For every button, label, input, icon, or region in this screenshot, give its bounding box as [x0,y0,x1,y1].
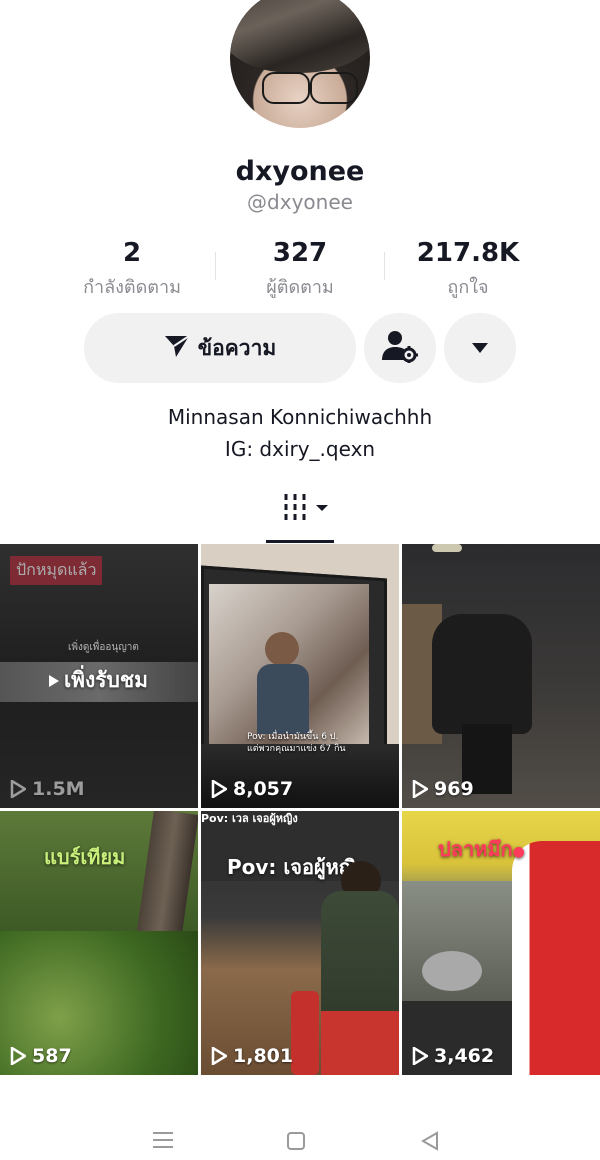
play-icon [211,780,227,798]
following-label: กำลังติดตาม [83,277,181,298]
video-tile[interactable]: Pov: เวล เจอผู้หญิง Pov: เจอผู้หญิง 1,80… [201,811,399,1075]
followers-label: ผู้ติดตาม [266,277,334,298]
likes-count: 217.8K [416,238,520,268]
video-grid: ปักหมุดแล้ว เพิ่งดูเพื่ออนุญาต เพิ่งรับช… [0,544,600,1076]
message-button[interactable]: ข้อความ [84,313,356,383]
stat-divider [384,252,385,280]
video-tile[interactable]: ปลาหมึก● 3,462 [402,811,600,1075]
octopus-icon: ● [512,844,525,860]
play-icon [412,780,428,798]
play-icon [10,780,26,798]
view-count: 1,801 [211,1045,293,1067]
menu-icon[interactable] [152,1130,174,1154]
following-stat[interactable]: 2 กำลังติดตาม [52,238,212,301]
username: @dxyonee [247,190,353,214]
system-nav-bar [0,1100,600,1160]
person-settings-icon [381,329,419,367]
play-icon [412,1047,428,1065]
video-overlay-text: ปลาหมึก● [438,837,525,861]
home-icon[interactable] [286,1131,306,1155]
view-count: 1.5M [10,778,85,800]
likes-label: ถูกใจ [447,277,489,298]
video-tile[interactable]: แบร์เทียม 587 [0,811,198,1075]
video-tile[interactable]: ปักหมุดแล้ว เพิ่งดูเพื่ออนุญาต เพิ่งรับช… [0,544,198,808]
bio-line-2: IG: dxiry_.qexn [224,437,376,461]
view-count: 587 [10,1045,72,1067]
video-tile[interactable]: 969 [402,544,600,808]
recently-watched-label: เพิ่งรับชม [48,664,148,697]
caret-down-icon [471,339,489,358]
avatar[interactable] [230,0,370,128]
video-caption: เพิ่งดูเพื่ออนุญาต [68,642,139,653]
play-icon [211,1047,227,1065]
followers-count: 327 [272,238,328,268]
videos-tab[interactable] [282,494,330,524]
message-label: ข้อความ [197,335,277,360]
send-icon [164,334,190,363]
video-caption: แต่พวกคุณมาแข่ง 67 กิน [247,744,346,754]
active-tab-indicator [266,540,334,543]
bio-line-1: Minnasan Konnichiwachhh [167,405,433,429]
back-icon[interactable] [420,1131,440,1155]
grid-icon [282,492,330,526]
play-icon [49,674,59,687]
view-count: 3,462 [412,1045,494,1067]
video-tile[interactable]: Pov: เมื่อนำมันขึ้น 6 ป. แต่พวกคุณมาแข่ง… [201,544,399,808]
view-count: 8,057 [211,778,293,800]
play-icon [10,1047,26,1065]
view-count: 969 [412,778,474,800]
following-count: 2 [122,238,142,268]
display-name: dxyonee [235,156,365,187]
video-overlay-text: แบร์เทียม [44,845,126,869]
video-caption: Pov: เวล เจอผู้หญิง [201,812,298,825]
pinned-badge: ปักหมุดแล้ว [10,556,103,585]
stat-divider [215,252,216,280]
friend-settings-button[interactable] [364,313,436,383]
followers-stat[interactable]: 327 ผู้ติดตาม [220,238,380,301]
more-options-button[interactable] [444,313,516,383]
likes-stat: 217.8K ถูกใจ [388,238,548,301]
